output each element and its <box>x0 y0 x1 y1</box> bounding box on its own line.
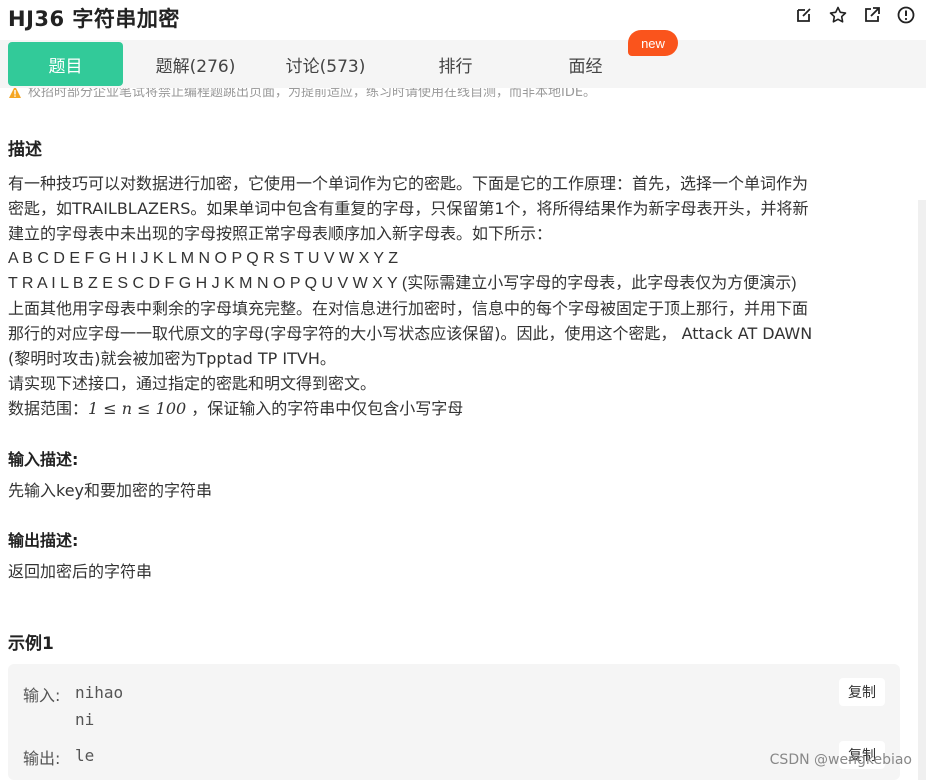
input-desc-heading: 输入描述: <box>8 450 79 469</box>
example-input-line: nihao <box>75 683 124 702</box>
copy-input-button[interactable]: 复制 <box>839 678 885 706</box>
input-desc-text: 先输入key和要加密的字符串 <box>8 481 213 500</box>
tab-problem[interactable]: 题目 <box>8 42 123 86</box>
description-line: 密匙，如TRAILBLAZERS。如果单词中包含有重复的字母，只保留第1个，将所… <box>8 199 809 218</box>
watermark: CSDN @wengkebiao <box>769 752 912 768</box>
example-output-value: le <box>75 746 95 765</box>
new-badge: new <box>628 30 678 56</box>
range-prefix: 数据范围： <box>8 399 89 418</box>
tab-bar: 题目 题解(276) 讨论(573) 排行 面经 <box>0 40 926 88</box>
example-heading: 示例1 <box>8 634 54 654</box>
info-icon[interactable] <box>896 5 916 25</box>
page-title: HJ36 字符串加密 <box>8 7 180 31</box>
example-input-label: 输入: <box>23 686 61 705</box>
title-actions <box>794 5 916 25</box>
range-math: 1 ≤ n ≤ 100 <box>88 399 187 418</box>
output-desc-heading: 输出描述: <box>8 531 79 550</box>
description-line: (黎明时攻击)就会被加密为Tpptad TP ITVH。 <box>8 349 336 368</box>
tab-ranking[interactable]: 排行 <box>398 42 513 86</box>
description-line: 那行的对应字母一一取代原文的字母(字母字符的大小写状态应该保留)。因此，使用这个… <box>8 324 813 343</box>
external-link-icon[interactable] <box>862 5 882 25</box>
warning-text: 校招时部分企业笔试将禁止编程题跳出页面，为提前适应，练习时请使用在线自测，而非本… <box>28 88 597 100</box>
star-icon[interactable] <box>828 5 848 25</box>
tab-interview[interactable]: 面经 <box>528 42 643 86</box>
cipher-alphabet-line: T R A I L B Z E S C D F G H J K M N O P … <box>8 275 797 292</box>
alphabet-line: A B C D E F G H I J K L M N O P Q R S T … <box>8 250 399 267</box>
output-desc-text: 返回加密后的字符串 <box>8 562 153 581</box>
example-input-line: ni <box>75 710 95 729</box>
description-line: 上面其他用字母表中剩余的字母填充完整。在对信息进行加密时，信息中的每个字母被固定… <box>8 299 809 318</box>
description-line: 请实现下述接口，通过指定的密匙和明文得到密文。 <box>8 374 377 393</box>
description-heading: 描述 <box>8 140 42 160</box>
description-line: 有一种技巧可以对数据进行加密，它使用一个单词作为它的密匙。下面是它的工作原理：首… <box>8 174 809 193</box>
scrollbar[interactable] <box>918 200 926 780</box>
description-body: 有一种技巧可以对数据进行加密，它使用一个单词作为它的密匙。下面是它的工作原理：首… <box>8 171 893 421</box>
example-box: 输入: nihao ni 输出: le 复制 复制 <box>8 664 900 780</box>
warning-icon <box>8 88 22 102</box>
range-suffix: ，保证输入的字符串中仅包含小写字母 <box>186 399 464 418</box>
example-output-label: 输出: <box>23 749 61 768</box>
title-bar: HJ36 字符串加密 <box>0 0 926 34</box>
edit-icon[interactable] <box>794 5 814 25</box>
tab-solutions[interactable]: 题解(276) <box>138 42 253 86</box>
description-line: 建立的字母表中未出现的字母按照正常字母表顺序加入新字母表。如下所示： <box>8 224 553 243</box>
tab-discussion[interactable]: 讨论(573) <box>268 42 383 86</box>
warning-banner: 校招时部分企业笔试将禁止编程题跳出页面，为提前适应，练习时请使用在线自测，而非本… <box>8 88 908 102</box>
data-range: 数据范围：1 ≤ n ≤ 100 ，保证输入的字符串中仅包含小写字母 <box>8 396 893 421</box>
